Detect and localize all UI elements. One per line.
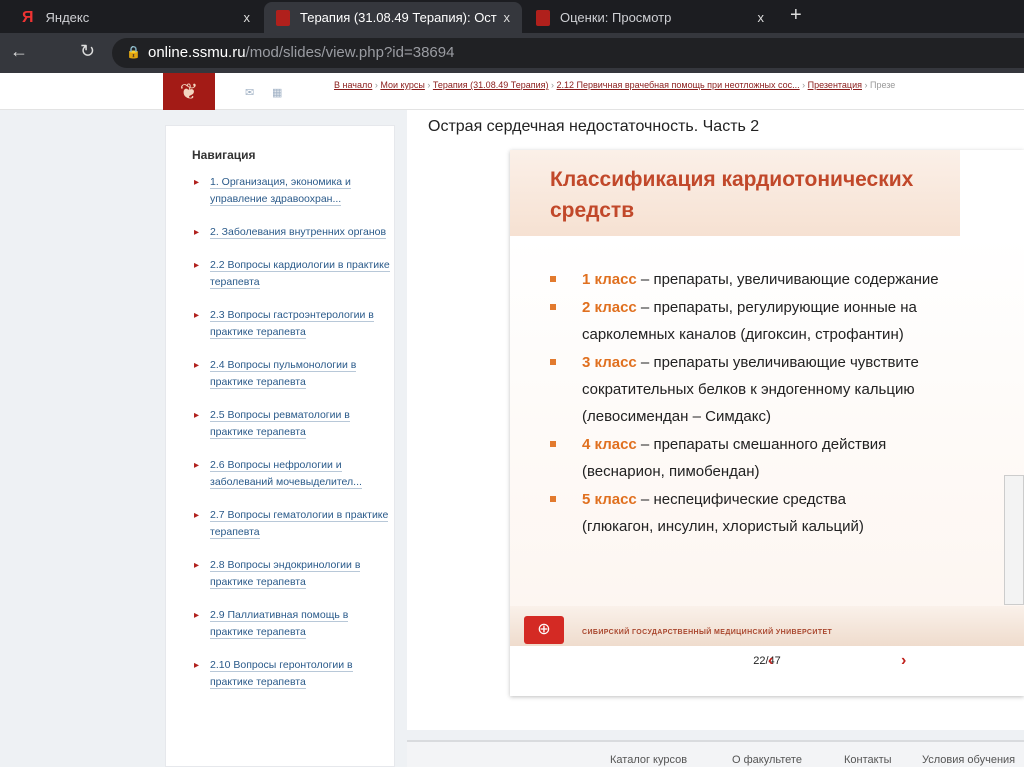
slide-thumbnail (1004, 475, 1024, 605)
nav-item[interactable]: 2.3 Вопросы гастроэнтерологии в практике… (194, 307, 394, 341)
browser-tab-bar: Я Яндекс x Терапия (31.08.49 Терапия): Ост… (0, 0, 1024, 33)
breadcrumb-course[interactable]: Терапия (31.08.49 Терапия) (433, 80, 549, 90)
nav-item[interactable]: 2. Заболевания внутренних органов (194, 224, 394, 241)
slide-heading: Классификация кардиотонических средств (510, 150, 960, 236)
slide-bullet: 4 класс – препараты смешанного действия(… (550, 431, 1014, 485)
nav-item[interactable]: 2.7 Вопросы гематологии в практике терап… (194, 507, 394, 541)
site-favicon-icon (536, 9, 550, 26)
breadcrumb-home[interactable]: В начало (334, 80, 372, 90)
slide-body: 1 класс – препараты, увеличивающие содер… (510, 236, 1024, 606)
medical-kit-icon: ⊕ (524, 616, 564, 644)
yandex-icon: Я (22, 8, 34, 26)
main-content: Острая сердечная недостаточность. Часть … (407, 110, 1024, 730)
breadcrumb: В начало › Мои курсы › Терапия (31.08.49… (334, 80, 896, 90)
nav-item[interactable]: 2.2 Вопросы кардиологии в практике терап… (194, 257, 394, 291)
footer-link-about[interactable]: О факультете (732, 754, 802, 766)
nav-item[interactable]: 2.10 Вопросы геронтологии в практике тер… (194, 657, 394, 691)
url-input[interactable]: 🔒 online.ssmu.ru/mod/slides/view.php?id=3… (112, 38, 1024, 68)
slide-viewer: Классификация кардиотонических средств 1… (510, 150, 1024, 696)
back-icon[interactable]: ← (10, 41, 28, 62)
footer-link-catalog[interactable]: Каталог курсов (610, 754, 687, 766)
navigation-block: Навигация 1. Организация, экономика и уп… (165, 125, 395, 767)
breadcrumb-section[interactable]: 2.12 Первичная врачебная помощь при неот… (556, 80, 799, 90)
slide-footer: ⊕ СИБИРСКИЙ ГОСУДАРСТВЕННЫЙ МЕДИЦИНСКИЙ … (510, 606, 1024, 646)
university-name: СИБИРСКИЙ ГОСУДАРСТВЕННЫЙ МЕДИЦИНСКИЙ УН… (582, 629, 833, 636)
footer-link-contacts[interactable]: Контакты (844, 754, 892, 766)
site-footer: Каталог курсов О факультете Контакты Усл… (407, 740, 1024, 767)
footer-link-terms[interactable]: Условия обучения (922, 754, 1015, 766)
new-tab-button[interactable]: + (790, 4, 802, 27)
site-favicon-icon (276, 9, 290, 26)
nav-item[interactable]: 2.9 Паллиативная помощь в практике терап… (194, 607, 394, 641)
slide-bullet: 5 класс – неспецифические средства (глюка… (550, 486, 1014, 540)
address-bar-area: ← ↻ 🔒 online.ssmu.ru/mod/slides/view.php?… (0, 33, 1024, 73)
navigation-title: Навигация (192, 148, 256, 162)
prev-slide-button[interactable]: ‹ (768, 652, 773, 670)
nav-item[interactable]: 2.4 Вопросы пульмонологии в практике тер… (194, 357, 394, 391)
nav-item[interactable]: 2.6 Вопросы нефрологии и заболеваний моч… (194, 457, 394, 491)
university-logo[interactable]: ❦ (163, 73, 215, 110)
lock-icon: 🔒 (126, 45, 141, 59)
site-header: ❦ ✉ ▦ В начало › Мои курсы › Терапия (31… (0, 73, 1024, 110)
nav-item[interactable]: 1. Организация, экономика и управление з… (194, 174, 394, 208)
slide-bullet: 2 класс – препараты, регулирующие ионные… (550, 294, 1014, 348)
tab-grades[interactable]: Оценки: Просмотр x (524, 2, 776, 33)
breadcrumb-my-courses[interactable]: Мои курсы (380, 80, 425, 90)
nav-item[interactable]: 2.8 Вопросы эндокринологии в практике те… (194, 557, 394, 591)
close-tab-icon[interactable]: x (758, 10, 765, 25)
tab-therapy[interactable]: Терапия (31.08.49 Терапия): Ост x (264, 2, 522, 33)
calendar-icon[interactable]: ▦ (272, 86, 282, 99)
slide-pager: ‹ 22/47 › (510, 652, 1024, 670)
close-tab-icon[interactable]: x (504, 10, 511, 25)
page-title: Острая сердечная недостаточность. Часть … (428, 118, 760, 135)
nav-item[interactable]: 2.5 Вопросы ревматологии в практике тера… (194, 407, 394, 441)
page-counter: 22/47 (753, 655, 781, 667)
reload-icon[interactable]: ↻ (80, 41, 95, 62)
mail-icon[interactable]: ✉ (245, 86, 254, 99)
breadcrumb-presentation[interactable]: Презентация (808, 80, 862, 90)
close-tab-icon[interactable]: x (244, 10, 251, 25)
slide-bullet: 3 класс – препараты увеличивающие чувств… (550, 349, 1014, 430)
tab-yandex[interactable]: Я Яндекс x (10, 2, 262, 33)
next-slide-button[interactable]: › (901, 652, 906, 670)
slide-bullet: 1 класс – препараты, увеличивающие содер… (550, 266, 1014, 293)
